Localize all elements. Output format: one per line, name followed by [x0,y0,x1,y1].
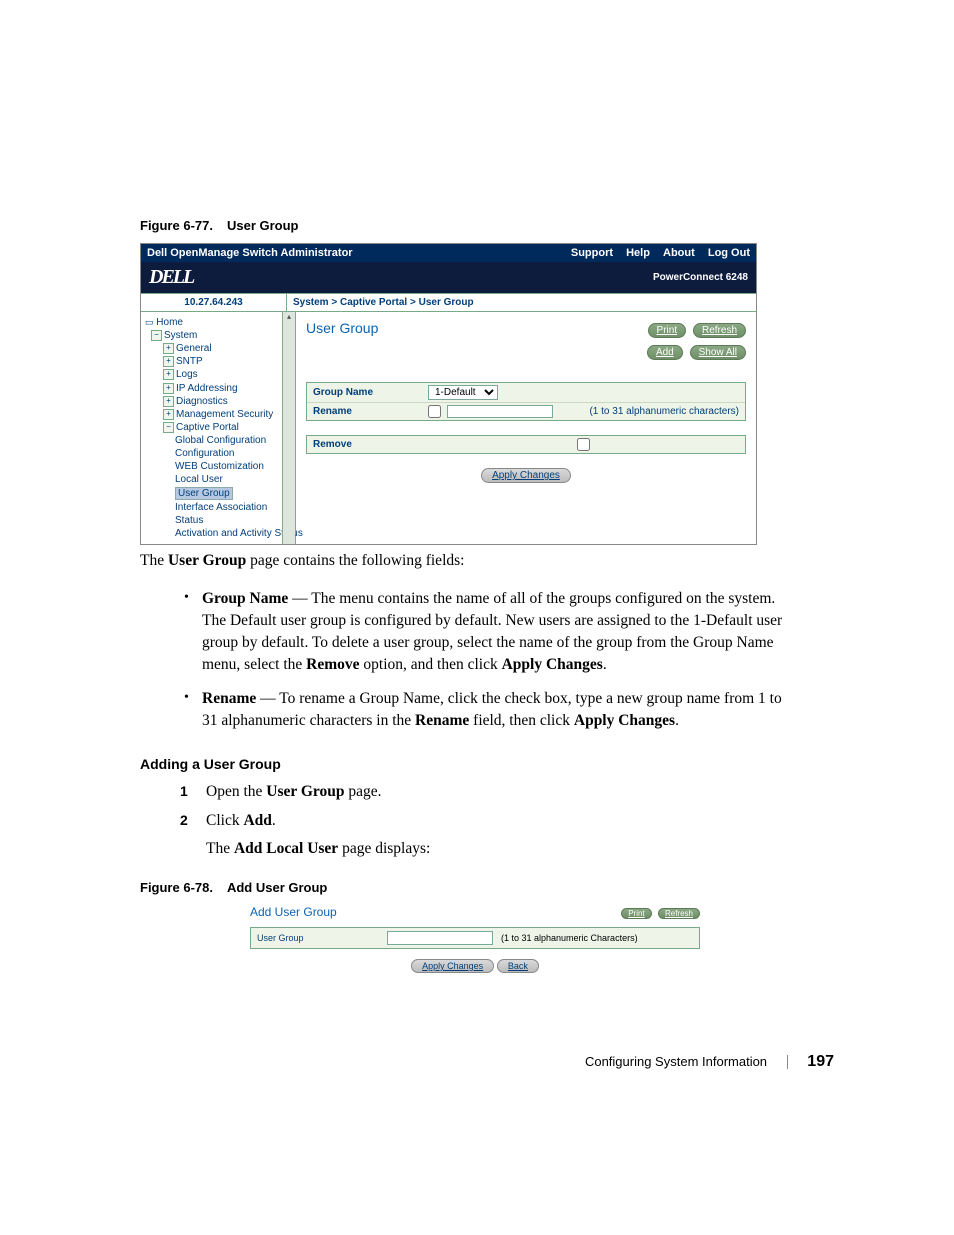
expand-icon[interactable]: + [163,369,174,380]
screenshot-add-user-group: Add User Group Print Refresh User Group … [250,905,700,973]
tree-mgmtsec[interactable]: Management Security [176,409,273,420]
collapse-icon[interactable]: − [163,422,174,433]
link-help[interactable]: Help [626,247,650,259]
tree-general[interactable]: General [176,343,212,354]
tree-usergroup[interactable]: User Group [175,487,233,500]
scroll-up-icon[interactable]: ▴ [283,312,295,321]
expand-icon[interactable]: + [163,343,174,354]
figure-caption-2: Figure 6-78. Add User Group [140,880,874,895]
step-2: Click Add. [180,807,794,836]
s2-hint: (1 to 31 alphanumeric Characters) [501,933,638,943]
step-result: The Add Local User page displays: [206,840,874,858]
remove-checkbox[interactable] [577,438,590,451]
tree-diag[interactable]: Diagnostics [176,396,228,407]
tree-webcustom[interactable]: WEB Customization [175,461,264,472]
expand-icon[interactable]: + [163,396,174,407]
tree-home[interactable]: Home [156,317,183,328]
window-titlebar: Dell OpenManage Switch Administrator Sup… [141,244,756,262]
link-support[interactable]: Support [571,247,613,259]
tree-ifassoc[interactable]: Interface Association [175,502,267,513]
tree-status[interactable]: Status [175,515,203,526]
expand-icon[interactable]: + [163,383,174,394]
group-fields: Group Name 1-Default Rename (1 to 31 [306,382,746,421]
rename-label: Rename [313,406,428,417]
tree-cfg[interactable]: Configuration [175,448,234,459]
expand-icon[interactable]: + [163,356,174,367]
s2-field-row: User Group (1 to 31 alphanumeric Charact… [250,927,700,949]
tree-scrollbar[interactable]: ▴ [282,312,295,544]
add-button[interactable]: Add [647,345,683,360]
footer-separator [787,1055,788,1069]
screenshot-user-group: Dell OpenManage Switch Administrator Sup… [140,243,757,545]
app-title: Dell OpenManage Switch Administrator [147,247,353,259]
bullet-rename: Rename — To rename a Group Name, click t… [180,682,794,738]
section-adding-user-group: Adding a User Group [140,756,874,772]
breadcrumb: System > Captive Portal > User Group [287,294,480,311]
refresh-button[interactable]: Refresh [693,323,746,338]
device-ip: 10.27.64.243 [141,294,287,311]
rename-input[interactable] [447,405,553,418]
s2-user-group-input[interactable] [387,931,493,945]
tree-logs[interactable]: Logs [176,370,198,381]
s2-apply-button[interactable]: Apply Changes [411,959,494,973]
footer-chapter: Configuring System Information [585,1054,767,1069]
bullet-group-name: Group Name — The menu contains the name … [180,582,794,682]
footer-page-number: 197 [807,1053,834,1070]
tree-system[interactable]: System [164,330,197,341]
s2-back-button[interactable]: Back [497,959,539,973]
showall-button[interactable]: Show All [690,345,746,360]
fig1-num: Figure 6-77. [140,218,213,233]
home-icon: ▭ [145,317,154,327]
dell-logo: DELL [149,266,193,289]
link-about[interactable]: About [663,247,695,259]
s2-print-button[interactable]: Print [621,908,651,919]
device-model: PowerConnect 6248 [653,272,748,283]
page-footer: Configuring System Information 197 [80,1053,874,1071]
intro-paragraph: The User Group page contains the followi… [140,551,844,572]
link-logout[interactable]: Log Out [708,247,750,259]
nav-tree[interactable]: ▴ ▭ Home −System +General +SNTP +Logs +I… [141,312,296,544]
group-name-select[interactable]: 1-Default [428,385,498,400]
figure-caption-1: Figure 6-77. User Group [140,218,874,233]
group-name-label: Group Name [313,387,428,398]
brand-bar: DELL PowerConnect 6248 [141,262,756,293]
fig1-title: User Group [227,218,299,233]
remove-fields: Remove [306,435,746,454]
breadcrumb-row: 10.27.64.243 System > Captive Portal > U… [141,293,756,312]
tree-ipaddr[interactable]: IP Addressing [176,383,238,394]
expand-icon[interactable]: + [163,409,174,420]
fig2-title: Add User Group [227,880,327,895]
s2-page-title: Add User Group [250,905,337,919]
step-1: Open the User Group page. [180,778,794,807]
fig2-num: Figure 6-78. [140,880,213,895]
apply-changes-button[interactable]: Apply Changes [481,468,571,483]
s2-user-group-label: User Group [257,933,387,943]
collapse-icon[interactable]: − [151,330,162,341]
s2-refresh-button[interactable]: Refresh [658,908,700,919]
tree-globalcfg[interactable]: Global Configuration [175,435,266,446]
tree-sntp[interactable]: SNTP [176,356,203,367]
tree-localuser[interactable]: Local User [175,474,223,485]
page-title: User Group [306,320,378,336]
header-links: Support Help About Log Out [561,247,750,259]
rename-hint: (1 to 31 alphanumeric characters) [589,406,739,417]
print-button[interactable]: Print [648,323,687,338]
tree-captive[interactable]: Captive Portal [176,422,239,433]
remove-label: Remove [313,439,428,450]
content-pane: User Group Print Refresh Add Show All [296,312,756,544]
rename-checkbox[interactable] [428,405,441,418]
steps-list: Open the User Group page. Click Add. [180,778,794,836]
field-bullets: Group Name — The menu contains the name … [180,582,794,738]
